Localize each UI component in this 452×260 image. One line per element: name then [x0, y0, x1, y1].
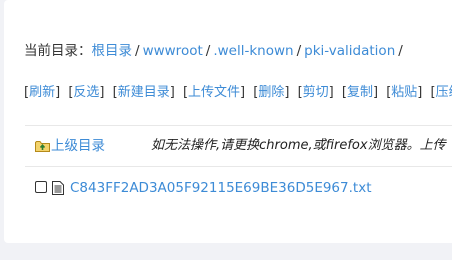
parent-directory-link[interactable]: 上级目录 [51, 138, 105, 154]
breadcrumb-separator: / [398, 43, 403, 59]
cut-button[interactable]: 剪切 [303, 85, 329, 100]
breadcrumb-separator: / [205, 43, 211, 59]
operation-toolbar: [刷新] [反选] [新建目录] [上传文件] [删除] [剪切] [复制] [… [24, 83, 452, 103]
text-file-icon [52, 181, 64, 195]
delete-button[interactable]: 删除 [258, 85, 284, 100]
divider [25, 125, 452, 126]
file-row: C843FF2AD3A05F92115E69BE36D5E967.txt [35, 178, 371, 199]
breadcrumb-separator: / [296, 43, 302, 59]
breadcrumb-root[interactable]: 根目录 [92, 43, 133, 59]
file-checkbox[interactable] [35, 181, 47, 193]
divider [25, 166, 452, 167]
breadcrumb-pki-validation[interactable]: pki-validation [304, 43, 395, 59]
breadcrumb-well-known[interactable]: .well-known [213, 43, 293, 59]
breadcrumb-wwwroot[interactable]: wwwroot [143, 43, 203, 59]
upload-file-button[interactable]: 上传文件 [188, 85, 240, 100]
compress-button[interactable]: 压缩 [436, 85, 452, 100]
file-name-link[interactable]: C843FF2AD3A05F92115E69BE36D5E967.txt [70, 180, 371, 196]
invert-selection-button[interactable]: 反选 [73, 85, 99, 100]
parent-directory-row: 上级目录 [35, 136, 105, 157]
breadcrumb-separator: / [135, 43, 140, 59]
breadcrumb: 当前目录：根目录 / wwwroot / .well-known / pki-validat… [24, 41, 406, 61]
breadcrumb-label: 当前目录： [24, 43, 92, 59]
refresh-button[interactable]: 刷新 [29, 85, 55, 100]
file-manager-panel: 当前目录：根目录 / wwwroot / .well-known / pki-validat… [4, 0, 452, 243]
paste-button[interactable]: 粘贴 [391, 85, 417, 100]
new-folder-button[interactable]: 新建目录 [118, 85, 170, 100]
copy-button[interactable]: 复制 [347, 85, 373, 100]
folder-up-icon [35, 139, 50, 152]
browser-compat-notice: 如无法操作,请更换chrome,或firefox浏览器。上传 [151, 138, 446, 153]
